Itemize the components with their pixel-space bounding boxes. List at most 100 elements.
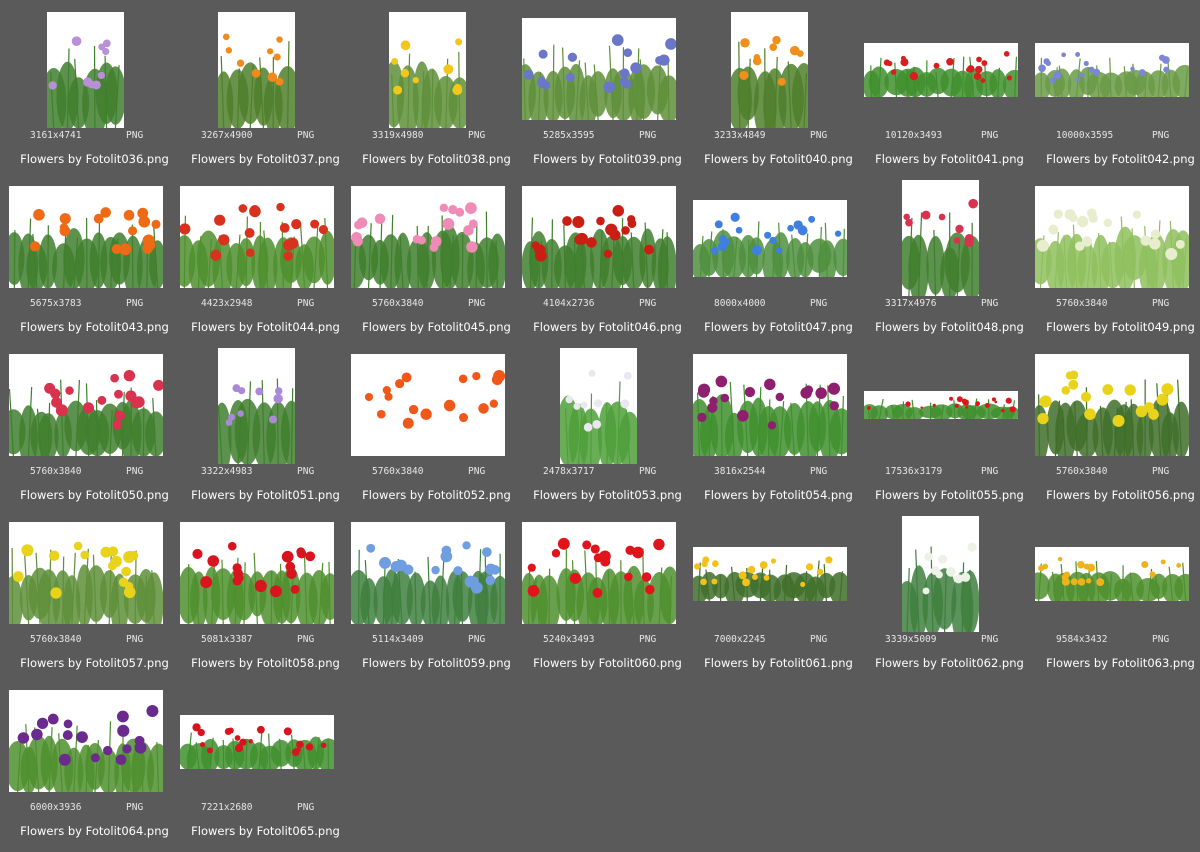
file-tile[interactable]: 5675x3783PNGFlowers by Fotolit043.png <box>9 180 180 348</box>
file-thumbnail[interactable] <box>1035 186 1189 288</box>
image-dimensions: 2478x3717 <box>543 466 594 477</box>
file-tile[interactable]: 5760x3840PNGFlowers by Fotolit045.png <box>351 180 522 348</box>
file-name[interactable]: Flowers by Fotolit060.png <box>522 656 693 670</box>
file-tile[interactable]: 3233x4849PNGFlowers by Fotolit040.png <box>693 12 864 180</box>
file-tile[interactable]: 5760x3840PNGFlowers by Fotolit057.png <box>9 516 180 684</box>
file-tile[interactable]: 5760x3840PNGFlowers by Fotolit049.png <box>1035 180 1200 348</box>
file-name[interactable]: Flowers by Fotolit036.png <box>9 152 180 166</box>
file-tile[interactable]: 2478x3717PNGFlowers by Fotolit053.png <box>522 348 693 516</box>
file-tile[interactable]: 6000x3936PNGFlowers by Fotolit064.png <box>9 684 180 852</box>
file-name[interactable]: Flowers by Fotolit040.png <box>693 152 864 166</box>
file-thumbnail[interactable] <box>902 516 979 632</box>
file-name[interactable]: Flowers by Fotolit041.png <box>864 152 1035 166</box>
file-name[interactable]: Flowers by Fotolit044.png <box>180 320 351 334</box>
file-tile[interactable]: 5081x3387PNGFlowers by Fotolit058.png <box>180 516 351 684</box>
file-tile[interactable]: 4423x2948PNGFlowers by Fotolit044.png <box>180 180 351 348</box>
flower-shape <box>207 555 219 567</box>
file-thumbnail[interactable] <box>9 690 163 792</box>
file-thumbnail[interactable] <box>180 522 334 624</box>
file-name[interactable]: Flowers by Fotolit046.png <box>522 320 693 334</box>
file-name[interactable]: Flowers by Fotolit050.png <box>9 488 180 502</box>
file-tile[interactable]: 7221x2680PNGFlowers by Fotolit065.png <box>180 684 351 852</box>
file-name[interactable]: Flowers by Fotolit043.png <box>9 320 180 334</box>
flower-image <box>560 348 637 464</box>
file-name[interactable]: Flowers by Fotolit045.png <box>351 320 522 334</box>
file-thumbnail[interactable] <box>9 186 163 288</box>
file-name[interactable]: Flowers by Fotolit051.png <box>180 488 351 502</box>
file-name[interactable]: Flowers by Fotolit049.png <box>1035 320 1200 334</box>
file-thumbnail[interactable] <box>9 522 163 624</box>
file-thumbnail[interactable] <box>351 522 505 624</box>
file-thumbnail[interactable] <box>47 12 124 128</box>
file-tile[interactable]: 5240x3493PNGFlowers by Fotolit060.png <box>522 516 693 684</box>
file-tile[interactable]: 3161x4741PNGFlowers by Fotolit036.png <box>9 12 180 180</box>
file-tile[interactable]: 5285x3595PNGFlowers by Fotolit039.png <box>522 12 693 180</box>
file-name[interactable]: Flowers by Fotolit065.png <box>180 824 351 838</box>
file-thumbnail[interactable] <box>693 354 847 456</box>
file-name[interactable]: Flowers by Fotolit063.png <box>1035 656 1200 670</box>
file-tile[interactable]: 5760x3840PNGFlowers by Fotolit056.png <box>1035 348 1200 516</box>
file-name[interactable]: Flowers by Fotolit037.png <box>180 152 351 166</box>
file-thumbnail[interactable] <box>1035 354 1189 456</box>
file-name[interactable]: Flowers by Fotolit059.png <box>351 656 522 670</box>
file-thumbnail[interactable] <box>864 43 1018 97</box>
file-thumbnail[interactable] <box>1035 547 1189 601</box>
file-tile[interactable]: 3267x4900PNGFlowers by Fotolit037.png <box>180 12 351 180</box>
file-tile[interactable]: 5760x3840PNGFlowers by Fotolit050.png <box>9 348 180 516</box>
file-tile[interactable]: 7000x2245PNGFlowers by Fotolit061.png <box>693 516 864 684</box>
file-tile[interactable]: 3322x4983PNGFlowers by Fotolit051.png <box>180 348 351 516</box>
file-tile[interactable]: 3339x5009PNGFlowers by Fotolit062.png <box>864 516 1035 684</box>
file-name[interactable]: Flowers by Fotolit039.png <box>522 152 693 166</box>
file-name[interactable]: Flowers by Fotolit053.png <box>522 488 693 502</box>
file-thumbnail[interactable] <box>180 186 334 288</box>
file-tile[interactable]: 5760x3840PNGFlowers by Fotolit052.png <box>351 348 522 516</box>
image-dimensions: 5760x3840 <box>372 298 423 309</box>
file-thumbnail[interactable] <box>351 186 505 288</box>
file-thumbnail[interactable] <box>1035 43 1189 97</box>
file-tile[interactable]: 3816x2544PNGFlowers by Fotolit054.png <box>693 348 864 516</box>
file-tile[interactable]: 5114x3409PNGFlowers by Fotolit059.png <box>351 516 522 684</box>
file-thumbnail[interactable] <box>693 200 847 277</box>
file-tile[interactable]: 10120x3493PNGFlowers by Fotolit041.png <box>864 12 1035 180</box>
file-thumbnail[interactable] <box>693 547 847 601</box>
file-tile[interactable]: 3319x4980PNGFlowers by Fotolit038.png <box>351 12 522 180</box>
file-name[interactable]: Flowers by Fotolit056.png <box>1035 488 1200 502</box>
file-name[interactable]: Flowers by Fotolit042.png <box>1035 152 1200 166</box>
file-name[interactable]: Flowers by Fotolit057.png <box>9 656 180 670</box>
flower-shape <box>108 546 118 556</box>
file-thumbnail[interactable] <box>731 12 808 128</box>
file-thumbnail[interactable] <box>522 186 676 288</box>
file-thumbnail[interactable] <box>522 18 676 120</box>
file-thumbnail[interactable] <box>351 354 505 456</box>
file-name[interactable]: Flowers by Fotolit064.png <box>9 824 180 838</box>
file-name[interactable]: Flowers by Fotolit048.png <box>864 320 1035 334</box>
file-thumbnail[interactable] <box>864 391 1018 419</box>
flower-shape <box>1139 69 1146 76</box>
file-thumbnail[interactable] <box>218 348 295 464</box>
file-thumbnail[interactable] <box>218 12 295 128</box>
file-name[interactable]: Flowers by Fotolit038.png <box>351 152 522 166</box>
image-dimensions: 7221x2680 <box>201 802 252 813</box>
file-name[interactable]: Flowers by Fotolit054.png <box>693 488 864 502</box>
file-tile[interactable]: 9584x3432PNGFlowers by Fotolit063.png <box>1035 516 1200 684</box>
flower-shape <box>287 238 298 249</box>
flower-shape <box>226 47 232 53</box>
file-tile[interactable]: 8000x4000PNGFlowers by Fotolit047.png <box>693 180 864 348</box>
file-thumbnail[interactable] <box>180 715 334 769</box>
file-tile[interactable]: 4104x2736PNGFlowers by Fotolit046.png <box>522 180 693 348</box>
file-name[interactable]: Flowers by Fotolit062.png <box>864 656 1035 670</box>
file-thumbnail[interactable] <box>9 354 163 456</box>
file-name[interactable]: Flowers by Fotolit055.png <box>864 488 1035 502</box>
file-name[interactable]: Flowers by Fotolit047.png <box>693 320 864 334</box>
file-thumbnail[interactable] <box>389 12 466 128</box>
file-thumbnail[interactable] <box>902 180 979 296</box>
file-name[interactable]: Flowers by Fotolit058.png <box>180 656 351 670</box>
file-thumbnail[interactable] <box>522 522 676 624</box>
flower-shape <box>572 216 584 228</box>
file-name[interactable]: Flowers by Fotolit052.png <box>351 488 522 502</box>
file-tile[interactable]: 3317x4976PNGFlowers by Fotolit048.png <box>864 180 1035 348</box>
file-tile[interactable]: 17536x3179PNGFlowers by Fotolit055.png <box>864 348 1035 516</box>
file-thumbnail[interactable] <box>560 348 637 464</box>
file-tile[interactable]: 10000x3595PNGFlowers by Fotolit042.png <box>1035 12 1200 180</box>
file-name[interactable]: Flowers by Fotolit061.png <box>693 656 864 670</box>
